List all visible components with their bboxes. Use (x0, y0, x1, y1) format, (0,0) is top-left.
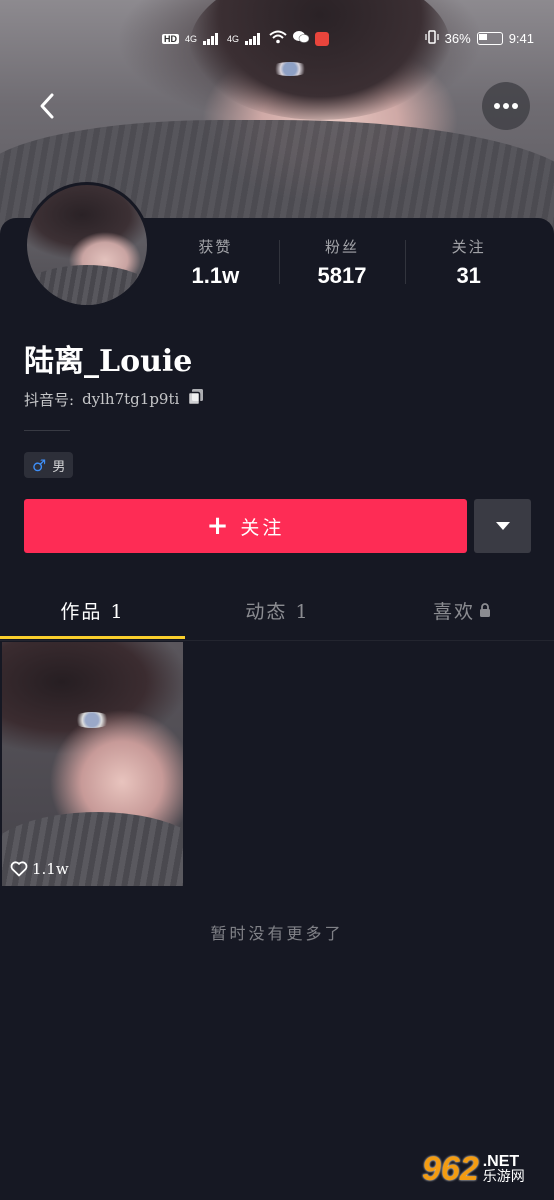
stat-followers[interactable]: 粉丝 5817 (278, 236, 406, 289)
network-type: 4G (185, 33, 198, 44)
stat-following[interactable]: 关注 31 (405, 236, 532, 289)
profile-stats: 获赞 1.1w 粉丝 5817 关注 31 (152, 236, 532, 289)
stat-label: 获赞 (198, 238, 233, 256)
battery-percent: 36% (444, 31, 471, 46)
divider (24, 430, 70, 431)
stat-value: 5817 (317, 263, 367, 288)
male-icon: ♂ (32, 455, 47, 475)
more-options-button[interactable] (482, 82, 530, 130)
heart-icon (10, 861, 28, 877)
gender-label: 男 (52, 459, 66, 475)
profile-name: 陆离_Louie (24, 344, 193, 379)
user-id: dylh7tg1p9ti (82, 390, 180, 408)
user-id-row: 抖音号: dylh7tg1p9ti (24, 388, 205, 410)
stat-value: 1.1w (191, 263, 240, 288)
signal-icon (203, 32, 221, 45)
vibrate-icon (425, 30, 439, 47)
user-id-label: 抖音号: (24, 390, 75, 409)
content-tabs: 作品 1 动态 1 喜欢 (0, 584, 554, 640)
stat-label: 粉丝 (325, 238, 360, 256)
lock-icon (480, 602, 490, 617)
tab-likes[interactable]: 喜欢 (370, 584, 554, 636)
wechat-icon (293, 30, 310, 47)
notification-app-icon (315, 31, 330, 46)
watermark-net: .NET (482, 1153, 520, 1170)
video-likes: 1.1w (10, 860, 69, 878)
avatar[interactable] (24, 182, 150, 308)
divider (0, 640, 554, 641)
no-more-text: 暂时没有更多了 (210, 924, 344, 943)
hd-indicator: HD (162, 33, 179, 44)
tab-label: 动态 1 (245, 600, 310, 623)
recommend-dropdown-button[interactable] (474, 499, 531, 553)
tab-works[interactable]: 作品 1 (0, 584, 185, 636)
stat-value: 31 (456, 263, 481, 288)
tab-label: 喜欢 (432, 600, 475, 623)
gender-tag: ♂ 男 (24, 452, 74, 478)
caret-down-icon (495, 522, 510, 530)
follow-label: 关注 (240, 516, 285, 539)
stat-label: 关注 (451, 238, 486, 256)
back-button[interactable] (24, 82, 72, 130)
stat-likes[interactable]: 获赞 1.1w (152, 236, 279, 289)
network-type-2: 4G (227, 33, 240, 44)
plus-icon: + (206, 511, 229, 541)
site-watermark-logo: 962 .NET 乐游网 (422, 1146, 546, 1192)
signal-icon (245, 32, 263, 45)
watermark-cn: 乐游网 (482, 1169, 525, 1185)
video-thumbnail[interactable]: 1.1w (2, 642, 183, 886)
chevron-left-icon (40, 93, 54, 119)
wifi-icon (269, 30, 287, 47)
copy-icon[interactable] (187, 388, 205, 410)
more-dots-icon (494, 103, 518, 109)
follow-button[interactable]: + 关注 (24, 499, 467, 553)
video-likes-count: 1.1w (32, 860, 69, 878)
tab-indicator (0, 636, 185, 639)
tab-moments[interactable]: 动态 1 (185, 584, 370, 636)
tab-label: 作品 1 (60, 600, 125, 623)
clock: 9:41 (508, 31, 534, 46)
watermark-number: 962 (422, 1149, 479, 1188)
status-bar: HD 4G 4G 36% 9:41 (0, 30, 554, 52)
battery-icon (476, 32, 503, 45)
